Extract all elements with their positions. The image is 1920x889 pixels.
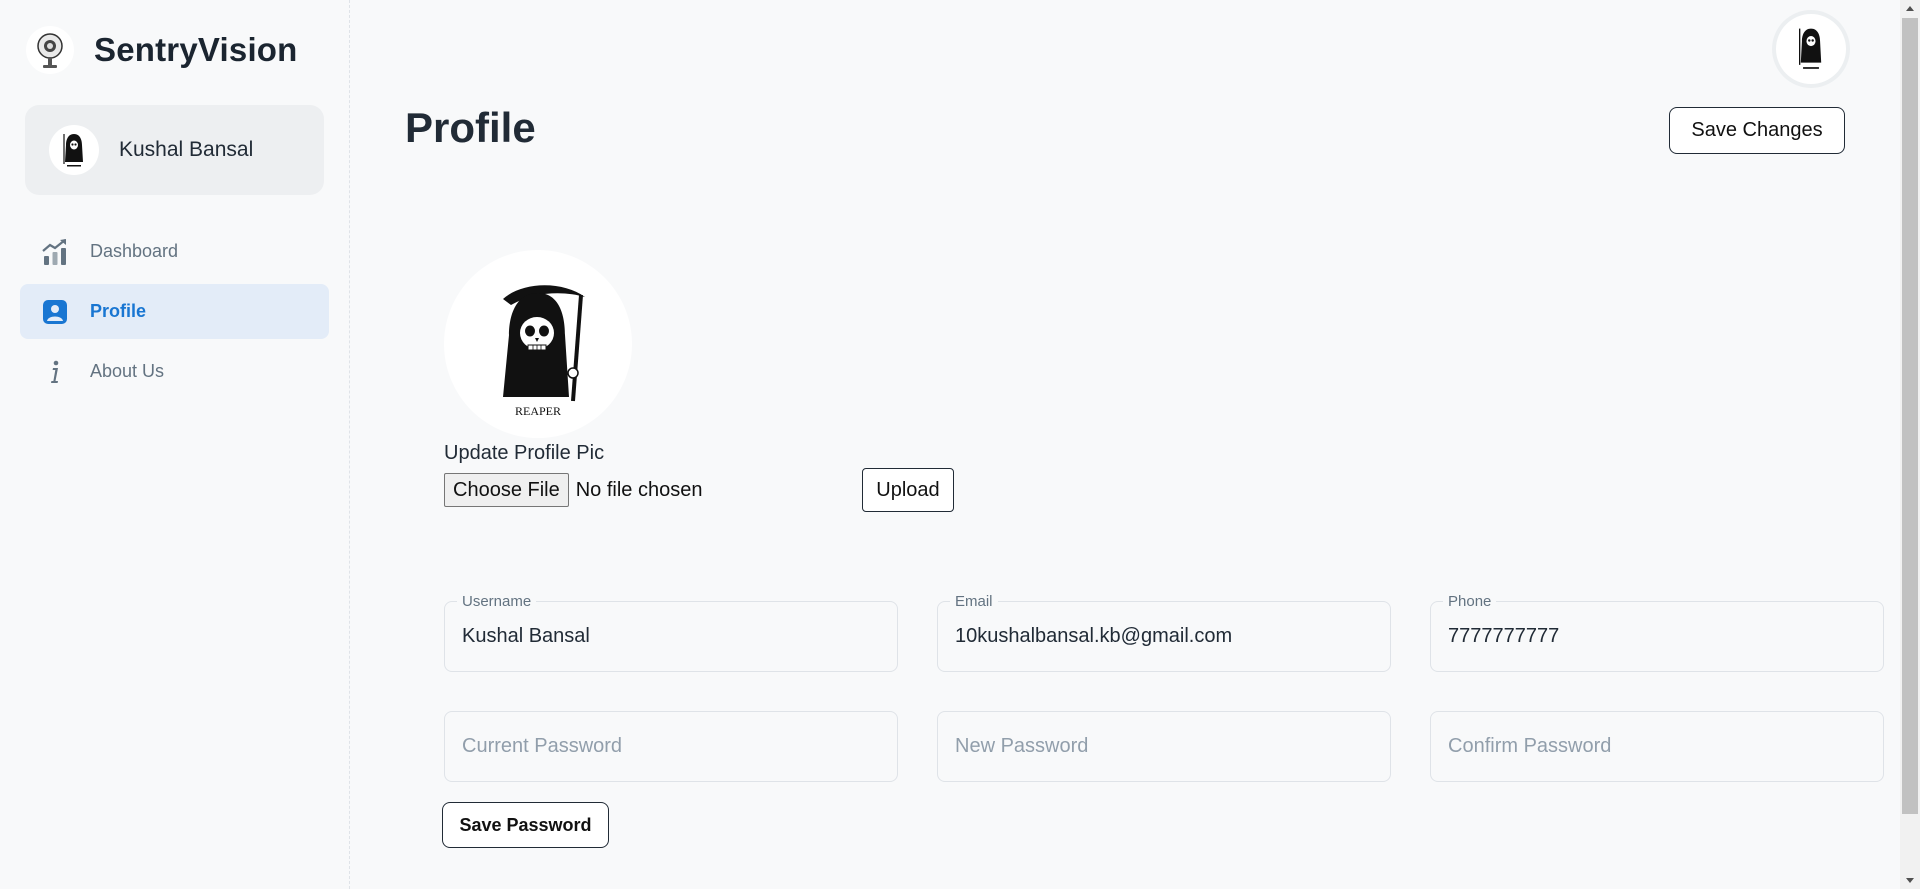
- sidebar: SentryVision Kushal Bansal Dashboard Pro…: [0, 0, 350, 889]
- new-password-field: [937, 711, 1391, 782]
- save-password-button[interactable]: Save Password: [442, 802, 609, 848]
- account-avatar-button[interactable]: [1776, 14, 1846, 84]
- user-card[interactable]: Kushal Bansal: [25, 105, 324, 195]
- new-password-input[interactable]: [955, 712, 1375, 781]
- sidebar-item-profile[interactable]: Profile: [20, 284, 329, 339]
- page-title: Profile: [405, 104, 536, 151]
- brand[interactable]: SentryVision: [26, 26, 298, 74]
- update-profile-pic-label: Update Profile Pic: [444, 442, 605, 464]
- chart-growth-icon: [40, 237, 70, 267]
- user-name: Kushal Bansal: [119, 138, 254, 161]
- confirm-password-input[interactable]: [1448, 712, 1868, 781]
- scroll-down-arrow-icon[interactable]: [1906, 878, 1914, 883]
- file-picker: Choose File No file chosen: [444, 473, 702, 507]
- save-changes-button[interactable]: Save Changes: [1669, 107, 1845, 154]
- username-input[interactable]: [462, 602, 882, 671]
- sidebar-item-about-us[interactable]: About Us: [20, 344, 329, 399]
- sidebar-item-dashboard[interactable]: Dashboard: [20, 224, 329, 279]
- vertical-scrollbar[interactable]: [1900, 0, 1920, 889]
- sidebar-nav: Dashboard Profile About Us: [20, 224, 329, 404]
- scrollbar-thumb[interactable]: [1902, 18, 1918, 814]
- avatar: [49, 125, 99, 175]
- current-password-input[interactable]: [462, 712, 882, 781]
- current-password-field: [444, 711, 898, 782]
- sidebar-item-label: About Us: [90, 361, 165, 381]
- sidebar-item-label: Dashboard: [90, 241, 179, 261]
- email-field: Email: [937, 593, 1391, 672]
- confirm-password-field: [1430, 711, 1884, 782]
- username-field: Username: [444, 593, 898, 672]
- upload-button[interactable]: Upload: [862, 468, 954, 512]
- phone-input[interactable]: [1448, 602, 1868, 671]
- info-icon: [40, 357, 70, 387]
- phone-field: Phone: [1430, 593, 1884, 672]
- scroll-up-arrow-icon[interactable]: [1906, 6, 1914, 11]
- email-input[interactable]: [955, 602, 1375, 671]
- profile-pic-caption: REAPER: [515, 404, 561, 418]
- profile-picture: REAPER: [444, 250, 632, 438]
- app-name: SentryVision: [94, 31, 298, 68]
- file-status: No file chosen: [575, 478, 703, 501]
- user-badge-icon: [40, 297, 70, 327]
- sidebar-item-label: Profile: [90, 301, 147, 321]
- cctv-camera-logo-icon: [26, 26, 74, 74]
- choose-file-button[interactable]: Choose File: [444, 473, 569, 507]
